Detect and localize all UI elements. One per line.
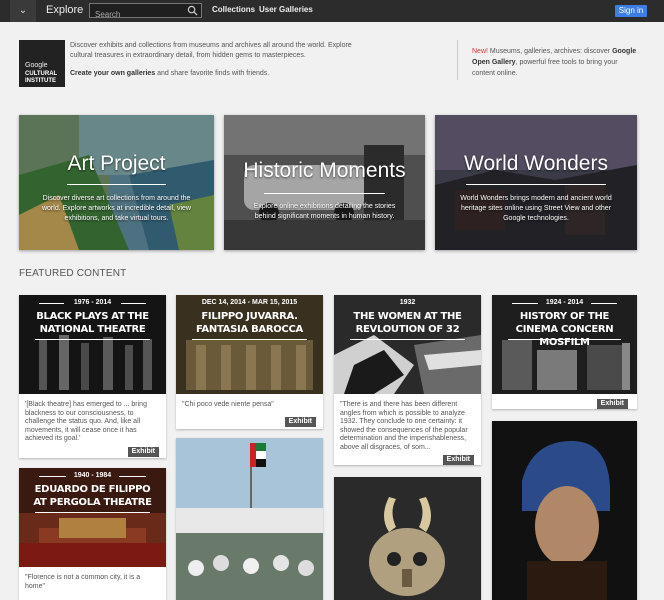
card-eduardo-de-filippo[interactable]: 1940 - 1984 EDUARDO DE FILIPPO AT PERGOL… [19, 468, 166, 600]
card-black-plays[interactable]: 1976 - 2014 BLACK PLAYS AT THE NATIONAL … [19, 295, 166, 458]
intro-divider [457, 40, 458, 80]
cultural-institute-logo[interactable]: Google CULTURAL INSTITUTE [19, 40, 65, 87]
card-portrait-painting[interactable] [492, 421, 637, 600]
exhibit-badge: Exhibit [284, 417, 316, 427]
card-mosfilm[interactable]: 1924 - 2014 HISTORY OF THE CINEMA CONCER… [492, 295, 637, 409]
hero-description: Explore online exhibitions detailing the… [253, 203, 396, 220]
card-rule [350, 339, 465, 340]
logo-line-cultural: CULTURAL [25, 71, 58, 77]
card-rule [35, 512, 150, 513]
menu-chevron-icon[interactable]: ⌄ [10, 0, 36, 22]
art-project-painting [19, 115, 214, 250]
nav-user-galleries[interactable]: User Galleries [259, 5, 313, 14]
create-galleries-link[interactable]: Create your own galleries [70, 70, 155, 77]
search-box [89, 3, 202, 21]
card-parade-photo[interactable] [176, 438, 323, 600]
card-title: THE WOMEN AT THE REVLOUTION OF 32 [353, 311, 462, 335]
card-date: 1976 - 2014 [73, 299, 112, 306]
hero-description: World Wonders brings modern and ancient … [460, 195, 612, 222]
hero-title: Historic Moments [243, 159, 406, 182]
search-icon[interactable] [187, 5, 198, 16]
card-mask-photo[interactable] [334, 477, 481, 600]
card-quote: "Chi poco vede niente pensa" [182, 401, 274, 408]
hero-title: Art Project [67, 152, 166, 175]
logo-cultural-institute-text: CULTURAL INSTITUTE [25, 71, 57, 85]
hero-title: World Wonders [464, 152, 608, 175]
world-wonders-photo [435, 115, 637, 250]
hero-historic-moments[interactable]: Historic Moments Explore online exhibiti… [224, 115, 425, 250]
hero-rule [67, 184, 166, 185]
card-filippo-juvarra[interactable]: DEC 14, 2014 - MAR 15, 2015 FILIPPO JUVA… [176, 295, 323, 429]
exhibit-badge: Exhibit [127, 447, 159, 457]
card-quote: '[Black theatre] has emerged to ... brin… [25, 401, 147, 443]
logo-google-text: Google [25, 62, 48, 69]
intro-cta-rest: and share favorite finds with friends. [155, 70, 270, 77]
hero-description: Discover diverse art collections from ar… [41, 195, 191, 222]
card-rule [508, 339, 621, 340]
hero-world-wonders[interactable]: World Wonders World Wonders brings moder… [435, 115, 637, 250]
card-date: DEC 14, 2014 - MAR 15, 2015 [201, 299, 298, 306]
intro-description: Discover exhibits and collections from m… [70, 42, 352, 59]
new-label: New! [472, 48, 488, 55]
hero-rule [264, 193, 385, 194]
featured-content-heading: FEATURED CONTENT [19, 268, 127, 279]
sign-in-button[interactable]: Sign in [615, 5, 647, 17]
card-women-revolution[interactable]: 1932 THE WOMEN AT THE REVLOUTION OF 32 "… [334, 295, 481, 465]
explore-link[interactable]: Explore [46, 4, 83, 16]
nav-collections[interactable]: Collections [212, 5, 255, 14]
card-date: 1932 [399, 299, 416, 306]
card-rule [35, 339, 150, 340]
card-quote: "Florence is not a common city, it is a … [25, 574, 141, 590]
exhibit-badge: Exhibit [442, 455, 474, 465]
exhibit-badge: Exhibit [596, 399, 628, 409]
card-title: EDUARDO DE FILIPPO AT PERGOLA THEATRE [33, 484, 152, 508]
hero-rule [466, 184, 606, 185]
card-title: BLACK PLAYS AT THE NATIONAL THEATRE [36, 311, 149, 335]
card-title: HISTORY OF THE CINEMA CONCERN MOSFILM [515, 311, 614, 348]
search-input[interactable] [90, 8, 185, 21]
card-title: FILIPPO JUVARRA. FANTASIA BAROCCA [196, 311, 303, 335]
card-rule [192, 339, 307, 340]
portrait-painting [492, 421, 637, 600]
intro-cta: Create your own galleries and share favo… [70, 70, 360, 77]
mask-photo [334, 477, 481, 600]
card-date: 1924 - 2014 [545, 299, 584, 306]
top-bar: ⌄ Explore Collections User Galleries Sig… [0, 0, 664, 22]
card-date: 1940 - 1984 [73, 472, 112, 479]
open-gallery-news: New! Museums, galleries, archives: disco… [472, 46, 642, 79]
parade-photo [176, 438, 323, 600]
hero-art-project[interactable]: Art Project Discover diverse art collect… [19, 115, 214, 250]
logo-line-institute: INSTITUTE [25, 78, 56, 84]
news-text: Museums, galleries, archives: discover [487, 48, 613, 55]
card-quote: "There is and there has been different a… [340, 401, 468, 451]
